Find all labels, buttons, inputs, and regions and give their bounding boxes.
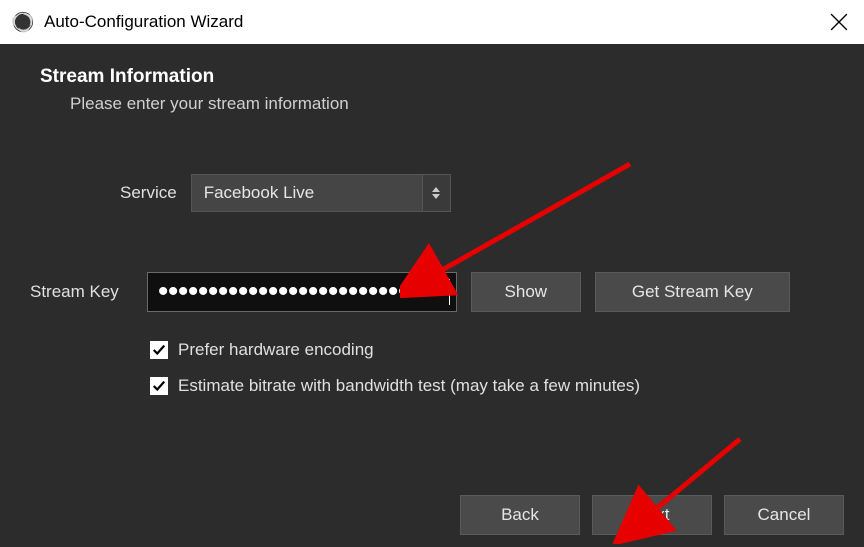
window-title: Auto-Configuration Wizard <box>44 12 243 32</box>
service-label: Service <box>120 183 177 203</box>
prefer-hw-label[interactable]: Prefer hardware encoding <box>178 340 374 360</box>
page-heading: Stream Information <box>40 66 834 88</box>
service-select[interactable]: Facebook Live <box>191 174 451 212</box>
get-stream-key-button[interactable]: Get Stream Key <box>595 272 790 312</box>
page-subheading: Please enter your stream information <box>70 94 834 114</box>
next-button[interactable]: Next <box>592 495 712 535</box>
estimate-bitrate-label[interactable]: Estimate bitrate with bandwidth test (ma… <box>178 376 640 396</box>
cancel-button[interactable]: Cancel <box>724 495 844 535</box>
estimate-bitrate-checkbox[interactable] <box>150 377 168 395</box>
streamkey-row: Stream Key •••••••••••••••••••••••••••• … <box>30 272 834 312</box>
back-button[interactable]: Back <box>460 495 580 535</box>
wizard-footer: Back Next Cancel <box>460 495 844 535</box>
prefer-hw-row: Prefer hardware encoding <box>150 340 834 360</box>
wizard-content: Stream Information Please enter your str… <box>0 44 864 547</box>
streamkey-input[interactable]: •••••••••••••••••••••••••••• <box>147 272 457 312</box>
obs-app-icon <box>12 11 34 33</box>
show-button[interactable]: Show <box>471 272 581 312</box>
close-icon[interactable] <box>830 13 848 31</box>
select-spinner-icon[interactable] <box>422 175 450 211</box>
streamkey-value: •••••••••••••••••••••••••••• <box>158 275 438 309</box>
service-row: Service Facebook Live <box>120 174 834 212</box>
prefer-hw-checkbox[interactable] <box>150 341 168 359</box>
estimate-bitrate-row: Estimate bitrate with bandwidth test (ma… <box>150 376 834 396</box>
titlebar: Auto-Configuration Wizard <box>0 0 864 44</box>
streamkey-label: Stream Key <box>30 282 119 302</box>
service-value: Facebook Live <box>204 183 315 203</box>
